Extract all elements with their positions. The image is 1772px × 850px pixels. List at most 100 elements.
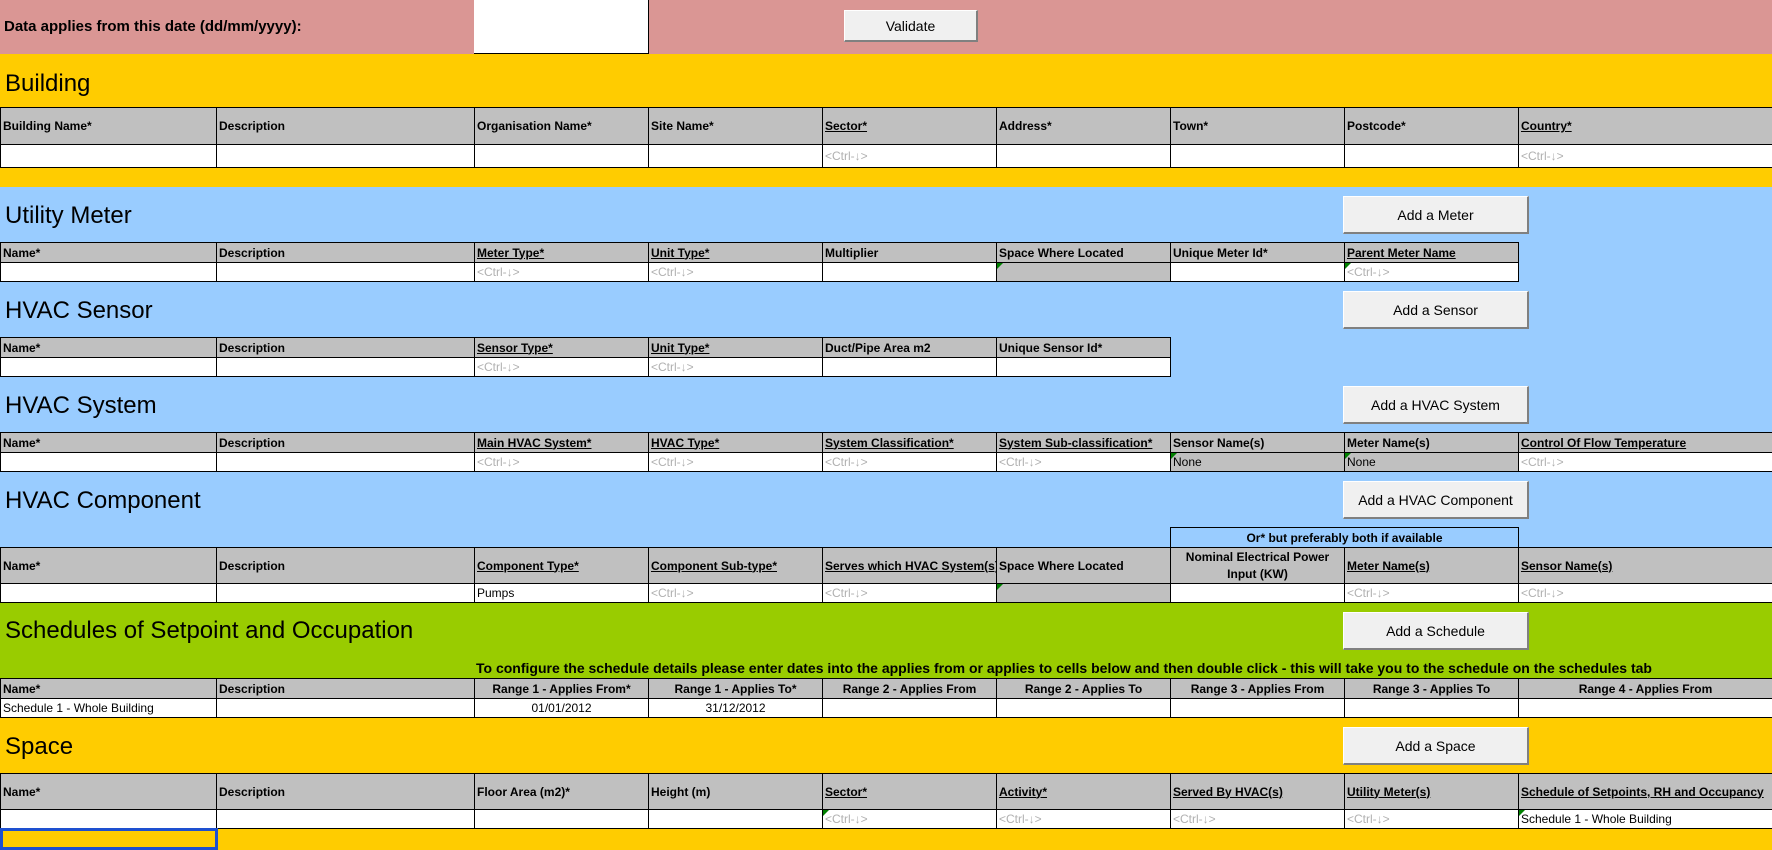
input-cell[interactable]	[474, 144, 649, 168]
input-cell[interactable]: <Ctrl-↓>	[1170, 809, 1345, 829]
input-cell[interactable]: <Ctrl-↓>	[474, 452, 649, 472]
column-header: Address*	[996, 107, 1171, 145]
column-header: Name*	[0, 242, 217, 263]
column-header: Description	[216, 337, 475, 358]
add-hvac-system-button[interactable]: Add a HVAC System	[1343, 386, 1529, 424]
add-schedule-button[interactable]: Add a Schedule	[1343, 612, 1529, 650]
input-cell[interactable]	[216, 583, 475, 603]
input-cell[interactable]	[216, 357, 475, 377]
input-cell[interactable]: <Ctrl-↓>	[474, 262, 649, 282]
input-cell[interactable]: Pumps	[474, 583, 649, 603]
input-cell[interactable]: Schedule 1 - Whole Building	[0, 698, 217, 718]
input-cell[interactable]: <Ctrl-↓>	[822, 452, 997, 472]
input-cell[interactable]: <Ctrl-↓>	[1518, 144, 1772, 168]
input-cell[interactable]	[1344, 698, 1519, 718]
column-header: Description	[216, 432, 475, 453]
input-cell[interactable]	[216, 144, 475, 168]
input-cell[interactable]: <Ctrl-↓>	[822, 583, 997, 603]
input-cell[interactable]	[1170, 583, 1345, 603]
input-cell[interactable]	[996, 583, 1171, 603]
column-header: Range 3 - Applies To	[1344, 678, 1519, 699]
column-header: Range 1 - Applies To*	[648, 678, 823, 699]
column-header: Description	[216, 242, 475, 263]
input-cell[interactable]: <Ctrl-↓>	[648, 357, 823, 377]
column-header: Space Where Located	[996, 242, 1171, 263]
input-cell[interactable]: <Ctrl-↓>	[822, 144, 997, 168]
column-header: Unique Meter Id*	[1170, 242, 1345, 263]
section-title-hvac-system: HVAC System	[5, 392, 157, 419]
input-cell[interactable]: <Ctrl-↓>	[1344, 809, 1519, 829]
input-cell[interactable]	[1170, 144, 1345, 168]
input-cell[interactable]: <Ctrl-↓>	[648, 583, 823, 603]
column-header: Meter Name(s)	[1344, 547, 1519, 584]
input-cell[interactable]: <Ctrl-↓>	[1518, 583, 1772, 603]
column-header: Control Of Flow Temperature	[1518, 432, 1772, 453]
input-cell[interactable]	[648, 809, 823, 829]
input-cell[interactable]: Schedule 1 - Whole Building	[1518, 809, 1772, 829]
section-title-space: Space	[5, 733, 74, 760]
column-header: Main HVAC System*	[474, 432, 649, 453]
add-meter-button[interactable]: Add a Meter	[1343, 196, 1529, 234]
input-cell[interactable]	[0, 452, 217, 472]
add-space-button[interactable]: Add a Space	[1343, 727, 1529, 765]
input-cell[interactable]	[996, 262, 1171, 282]
column-header: Multiplier	[822, 242, 997, 263]
column-header: Name*	[0, 773, 217, 810]
input-cell[interactable]: <Ctrl-↓>	[1518, 452, 1772, 472]
input-cell[interactable]	[996, 698, 1171, 718]
input-cell[interactable]: 31/12/2012	[648, 698, 823, 718]
add-hvac-component-button[interactable]: Add a HVAC Component	[1343, 481, 1529, 519]
date-label: Data applies from this date (dd/mm/yyyy)…	[4, 18, 302, 35]
validate-button[interactable]: Validate	[844, 10, 978, 42]
column-header: Floor Area (m2)*	[474, 773, 649, 810]
column-header: Meter Type*	[474, 242, 649, 263]
add-sensor-button[interactable]: Add a Sensor	[1343, 291, 1529, 329]
input-cell[interactable]	[648, 144, 823, 168]
input-cell[interactable]: <Ctrl-↓>	[1344, 583, 1519, 603]
input-cell[interactable]: None	[1344, 452, 1519, 472]
section-title-hvac-component: HVAC Component	[5, 487, 201, 514]
input-cell[interactable]	[822, 698, 997, 718]
input-cell[interactable]: <Ctrl-↓>	[648, 452, 823, 472]
input-cell[interactable]: None	[1170, 452, 1345, 472]
column-header: Range 1 - Applies From*	[474, 678, 649, 699]
column-header: Range 2 - Applies From	[822, 678, 997, 699]
input-cell[interactable]: <Ctrl-↓>	[822, 809, 997, 829]
column-header: Sensor Name(s)	[1170, 432, 1345, 453]
column-header: Unique Sensor Id*	[996, 337, 1171, 358]
column-header: Utility Meter(s)	[1344, 773, 1519, 810]
input-cell[interactable]: <Ctrl-↓>	[996, 452, 1171, 472]
input-cell[interactable]	[822, 262, 997, 282]
input-cell[interactable]	[996, 357, 1171, 377]
column-header: Name*	[0, 678, 217, 699]
input-cell[interactable]: <Ctrl-↓>	[648, 262, 823, 282]
input-cell[interactable]: <Ctrl-↓>	[996, 809, 1171, 829]
input-cell[interactable]	[0, 144, 217, 168]
input-cell[interactable]: <Ctrl-↓>	[474, 357, 649, 377]
input-cell[interactable]	[822, 357, 997, 377]
input-cell[interactable]: 01/01/2012	[474, 698, 649, 718]
column-header: Description	[216, 107, 475, 145]
section-title-building: Building	[5, 70, 91, 97]
selected-cell[interactable]	[0, 828, 218, 850]
schedule-instruction: To configure the schedule details please…	[476, 660, 1652, 676]
input-cell[interactable]	[216, 809, 475, 829]
column-header: Range 3 - Applies From	[1170, 678, 1345, 699]
input-cell[interactable]	[216, 262, 475, 282]
input-cell[interactable]	[1170, 698, 1345, 718]
input-cell[interactable]	[1170, 262, 1345, 282]
input-cell[interactable]	[474, 809, 649, 829]
input-cell[interactable]	[0, 357, 217, 377]
column-header: Height (m)	[648, 773, 823, 810]
input-cell[interactable]	[0, 809, 217, 829]
input-cell[interactable]: <Ctrl-↓>	[1344, 262, 1519, 282]
input-cell[interactable]	[0, 262, 217, 282]
column-header: Sector*	[822, 107, 997, 145]
input-cell[interactable]	[1518, 698, 1772, 718]
input-cell[interactable]	[0, 583, 217, 603]
input-cell[interactable]	[216, 452, 475, 472]
input-cell[interactable]	[996, 144, 1171, 168]
date-input[interactable]	[474, 0, 649, 54]
input-cell[interactable]	[1344, 144, 1519, 168]
input-cell[interactable]	[216, 698, 475, 718]
